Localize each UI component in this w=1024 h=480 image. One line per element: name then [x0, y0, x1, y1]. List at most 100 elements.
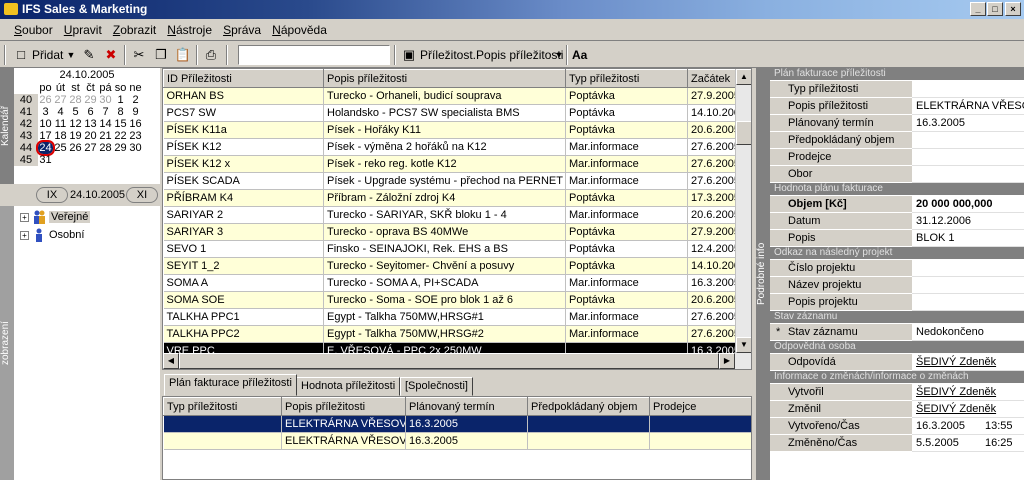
table-row[interactable]: SARIYAR 3 Turecko - oprava BS 40MWe Popt… [163, 223, 738, 241]
scroll-right-icon[interactable]: ▶ [719, 353, 735, 369]
calendar-day[interactable]: 2 [128, 94, 143, 106]
column-header-typ[interactable]: Typ příležitosti [163, 397, 282, 416]
calendar-day[interactable]: 19 [68, 130, 83, 142]
menu-upravit[interactable]: Upravit [60, 19, 106, 41]
scroll-down-icon[interactable]: ▼ [736, 337, 751, 353]
tree-node-personal[interactable]: + Osobní [20, 226, 84, 244]
paste-icon[interactable]: 📋 [174, 46, 192, 64]
font-button[interactable]: Aa [572, 44, 587, 66]
calendar-day[interactable]: 1 [113, 94, 128, 106]
delete-icon[interactable]: ✖ [102, 46, 120, 64]
print-icon[interactable]: ⎙ [202, 46, 220, 64]
calendar-day[interactable]: 8 [113, 106, 128, 118]
calendar-day[interactable]: 11 [53, 118, 68, 130]
calendar-day[interactable]: 15 [113, 118, 128, 130]
table-row[interactable]: ELEKTRÁRNA VŘESOVÁ 16.3.2005 [163, 415, 751, 433]
menu-nastroje[interactable]: Nástroje [163, 19, 216, 41]
column-header-termin[interactable]: Plánovaný termín [405, 397, 528, 416]
calendar-day[interactable]: 30 [128, 142, 143, 154]
calendar-day[interactable]: 3 [38, 106, 53, 118]
table-row[interactable]: SOMA SOE Turecko - Soma - SOE pro blok 1… [163, 291, 738, 309]
calendar-day[interactable]: 7 [98, 106, 113, 118]
minimize-button[interactable]: _ [970, 2, 986, 16]
menu-napoveda[interactable]: Nápověda [268, 19, 331, 41]
close-button[interactable]: × [1005, 2, 1021, 16]
detail-vertical-tab[interactable]: Podrobné info [756, 68, 770, 480]
table-row[interactable]: PŘÍBRAM K4 Příbram - Záložní zdroj K4 Po… [163, 189, 738, 207]
grid-horizontal-scrollbar[interactable]: ◀ ▶ [163, 353, 751, 369]
next-month-button[interactable]: XI [126, 187, 158, 203]
edit-icon[interactable]: ✎ [80, 46, 98, 64]
table-row[interactable]: PÍSEK K12 x Písek - reko reg. kotle K12 … [163, 155, 738, 173]
table-row[interactable]: ELEKTRÁRNA VŘESOVÁ 16.3.2005 [163, 432, 751, 450]
detail-value[interactable]: ŠEDIVÝ Zdeněk [912, 384, 1024, 401]
calendar-day[interactable]: 13 [83, 118, 98, 130]
maximize-button[interactable]: □ [987, 2, 1003, 16]
scroll-left-icon[interactable]: ◀ [163, 353, 179, 369]
tab-hodnota[interactable]: Hodnota příležitosti [296, 377, 401, 396]
calendar-day[interactable]: 29 [113, 142, 128, 154]
column-header-id[interactable]: ID Příležitosti [163, 69, 324, 88]
table-row[interactable]: TALKHA PPC1 Egypt - Talkha 750MW,HRSG#1 … [163, 308, 738, 326]
calendar-day[interactable]: 28 [98, 142, 113, 154]
table-row[interactable]: SOMA A Turecko - SOMA A, PI+SCADA Mar.in… [163, 274, 738, 292]
column-header-typ[interactable]: Typ příležitosti [565, 69, 688, 88]
detail-value[interactable]: ŠEDIVÝ Zdeněk [912, 401, 1024, 418]
calendar-day[interactable]: 24 [36, 140, 55, 156]
calendar-day[interactable]: 28 [68, 94, 83, 106]
calendar-day[interactable]: 12 [68, 118, 83, 130]
cut-icon[interactable]: ✂ [130, 46, 148, 64]
scroll-thumb[interactable] [736, 121, 751, 145]
calendar-day[interactable]: 10 [38, 118, 53, 130]
calendar-day[interactable]: 26 [68, 142, 83, 154]
new-document-icon[interactable]: □ [12, 46, 30, 64]
expand-icon[interactable]: + [20, 212, 29, 222]
table-row[interactable]: PÍSEK K11a Písek - Hořáky K11 Poptávka 2… [163, 121, 738, 139]
view-vertical-tab[interactable]: zobrazení [0, 206, 14, 480]
calendar-day[interactable]: 9 [128, 106, 143, 118]
table-row[interactable]: SARIYAR 2 Turecko - SARIYAR, SKŘ bloku 1… [163, 206, 738, 224]
tab-spolecnosti[interactable]: [Společnosti] [400, 377, 473, 396]
table-row[interactable]: PCS7 SW Holandsko - PCS7 SW specialista … [163, 104, 738, 122]
calendar-day[interactable]: 23 [128, 130, 143, 142]
calendar-day[interactable]: 31 [38, 154, 53, 166]
calendar-day[interactable]: 27 [83, 142, 98, 154]
table-row[interactable]: SEYIT 1_2 Turecko - Seyitomer- Chvění a … [163, 257, 738, 275]
calendar-day[interactable]: 6 [83, 106, 98, 118]
calendar-day[interactable]: 30 [98, 94, 113, 106]
column-header-zacatek[interactable]: Začátek [687, 69, 738, 88]
calendar-day[interactable]: 18 [53, 130, 68, 142]
tab-plan-fakturace[interactable]: Plán fakturace příležitosti [164, 374, 297, 396]
h-scroll-thumb[interactable] [179, 353, 719, 369]
calendar-day[interactable]: 27 [53, 94, 68, 106]
expand-icon[interactable]: + [20, 230, 29, 240]
table-row[interactable]: PÍSEK K12 Písek - výměna 2 hořáků na K12… [163, 138, 738, 156]
calendar-day[interactable]: 22 [113, 130, 128, 142]
column-header-popis[interactable]: Popis příležitosti [281, 397, 406, 416]
dropdown-arrow-icon[interactable]: ▼ [62, 46, 80, 64]
tree-node-public[interactable]: + Veřejné [20, 208, 91, 226]
copy-icon[interactable]: ❐ [152, 46, 170, 64]
table-row[interactable]: TALKHA PPC2 Egypt - Talkha 750MW,HRSG#2 … [163, 325, 738, 343]
prev-month-button[interactable]: IX [36, 187, 68, 203]
column-header-popis[interactable]: Popis příležitosti [323, 69, 566, 88]
table-row[interactable]: PÍSEK SCADA Písek - Upgrade systému - př… [163, 172, 738, 190]
grid-vertical-scrollbar[interactable]: ▲ ▼ [735, 69, 751, 353]
menu-zobrazit[interactable]: Zobrazit [109, 19, 160, 41]
calendar-day[interactable]: 26 [38, 94, 53, 106]
column-header-objem[interactable]: Předpokládaný objem [527, 397, 650, 416]
detail-value[interactable]: ŠEDIVÝ Zdeněk [912, 354, 1024, 371]
table-row[interactable]: ORHAN BS Turecko - Orhaneli, budicí soup… [163, 87, 738, 105]
filter-dropdown[interactable]: Příležitost.Popis příležitosti [420, 44, 563, 66]
scroll-up-icon[interactable]: ▲ [736, 69, 751, 85]
calendar-vertical-tab[interactable]: Kalendář [0, 68, 14, 184]
menu-sprava[interactable]: Správa [219, 19, 265, 41]
search-input[interactable] [238, 45, 390, 65]
column-header-prodejce[interactable]: Prodejce [649, 397, 751, 416]
calendar-day[interactable]: 4 [53, 106, 68, 118]
table-row[interactable]: SEVO 1 Finsko - SEINAJOKI, Rek. EHS a BS… [163, 240, 738, 258]
calendar-day[interactable]: 20 [83, 130, 98, 142]
calendar-day[interactable]: 21 [98, 130, 113, 142]
calendar-day[interactable]: 16 [128, 118, 143, 130]
calendar-day[interactable]: 14 [98, 118, 113, 130]
